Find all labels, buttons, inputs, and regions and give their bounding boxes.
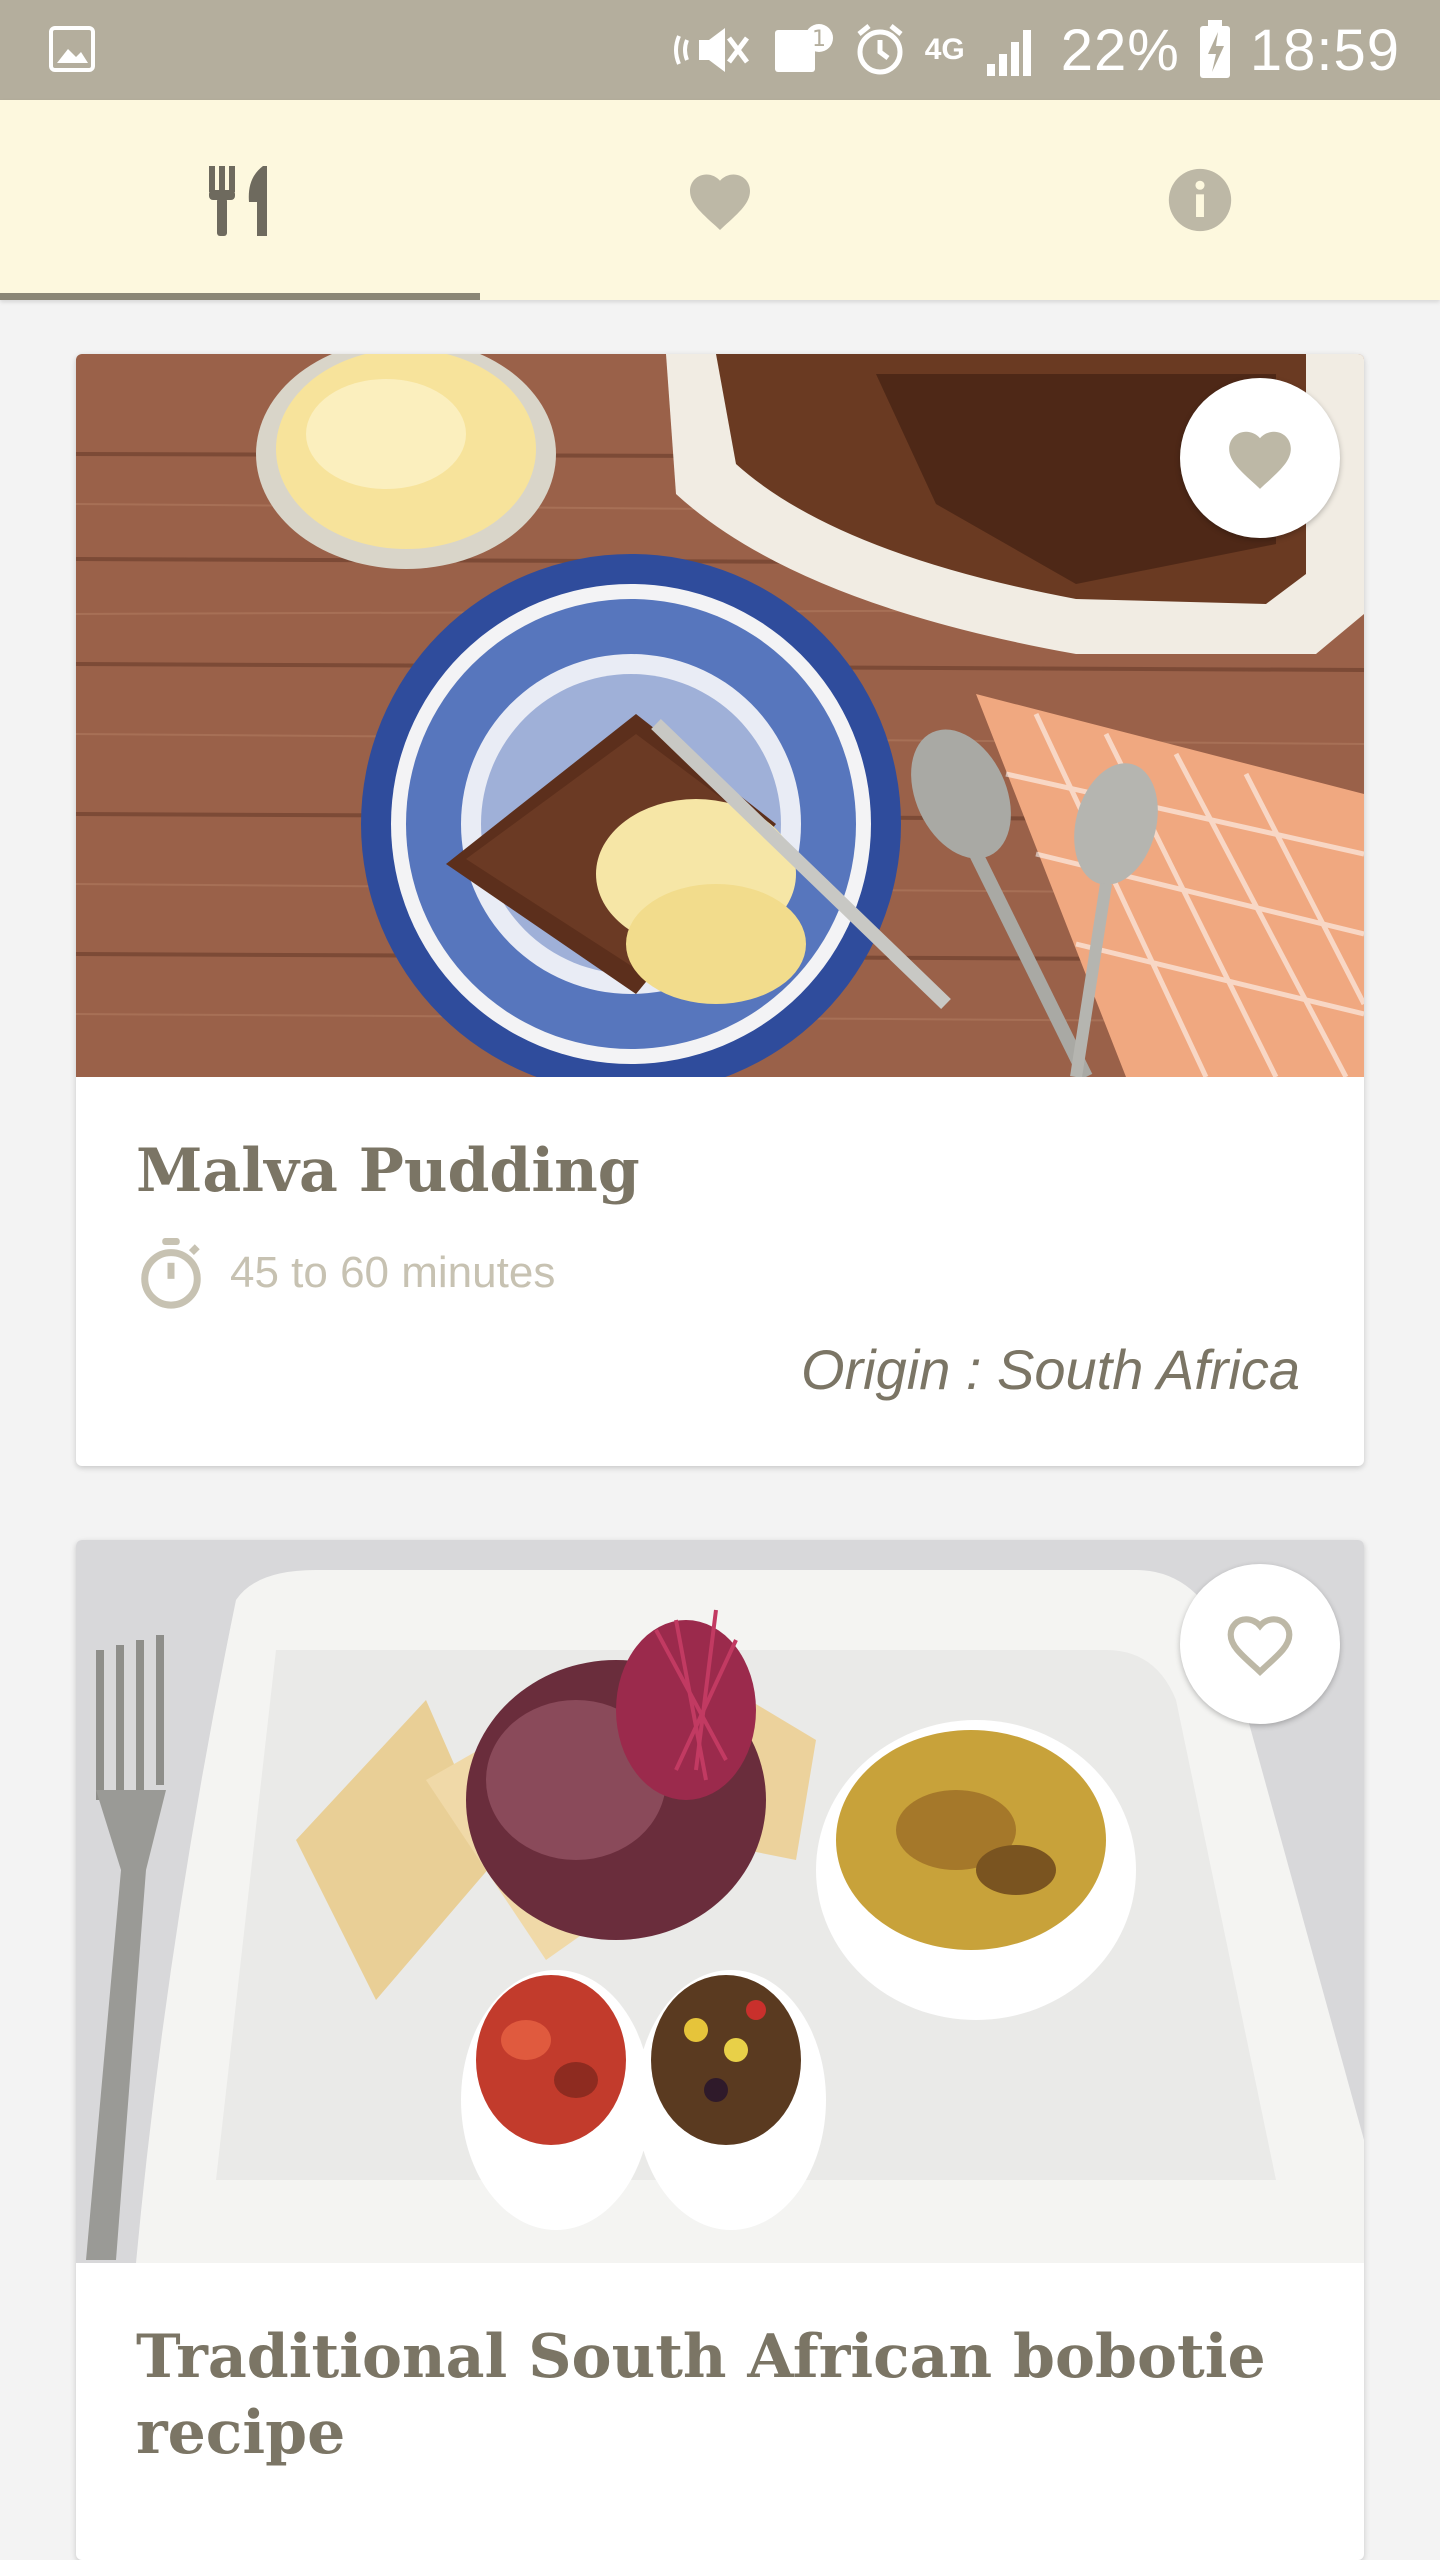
info-icon	[1168, 168, 1232, 232]
tab-bar	[0, 100, 1440, 300]
signal-icon	[986, 30, 1031, 76]
tab-recipes[interactable]	[0, 100, 480, 300]
heart-filled-icon	[1229, 431, 1291, 489]
notification-alert-icon: 1	[774, 24, 833, 72]
heart-outline-icon	[1227, 1616, 1293, 1676]
recipe-photo	[76, 354, 1364, 1077]
cook-time-text: 45 to 60 minutes	[230, 1248, 556, 1297]
recipe-title: Traditional South African bobotie recipe	[136, 2322, 1266, 2468]
stopwatch-icon	[141, 1238, 201, 1309]
selected-tab-indicator	[0, 293, 480, 300]
clock: 18:59	[1249, 17, 1400, 83]
favorite-button[interactable]	[1180, 378, 1340, 538]
battery-percent: 22%	[1060, 17, 1180, 83]
tab-favorites[interactable]	[480, 100, 960, 300]
svg-text:1: 1	[812, 27, 826, 52]
gallery-notification-icon	[49, 26, 95, 72]
battery-charging-icon	[1199, 20, 1230, 78]
recipe-card[interactable]: Malva Pudding 45 to 60 minutes Origin : …	[76, 354, 1364, 1466]
tab-info[interactable]	[960, 100, 1440, 300]
mute-icon	[673, 28, 749, 72]
favorite-button[interactable]	[1180, 1564, 1340, 1724]
recipe-card[interactable]: Traditional South African bobotie recipe	[76, 1540, 1364, 2560]
recipe-photo	[76, 1540, 1364, 2263]
network-type: 4G	[924, 33, 965, 66]
status-bar: 1 4G 22% 18:59	[0, 0, 1440, 100]
alarm-icon	[857, 24, 903, 75]
fork-knife-icon	[209, 166, 267, 236]
recipe-title: Malva Pudding	[136, 1136, 640, 1206]
heart-icon	[690, 174, 750, 230]
cook-time: 45 to 60 minutes	[76, 1235, 1364, 1311]
recipe-origin: Origin : South Africa	[800, 1338, 1300, 1401]
